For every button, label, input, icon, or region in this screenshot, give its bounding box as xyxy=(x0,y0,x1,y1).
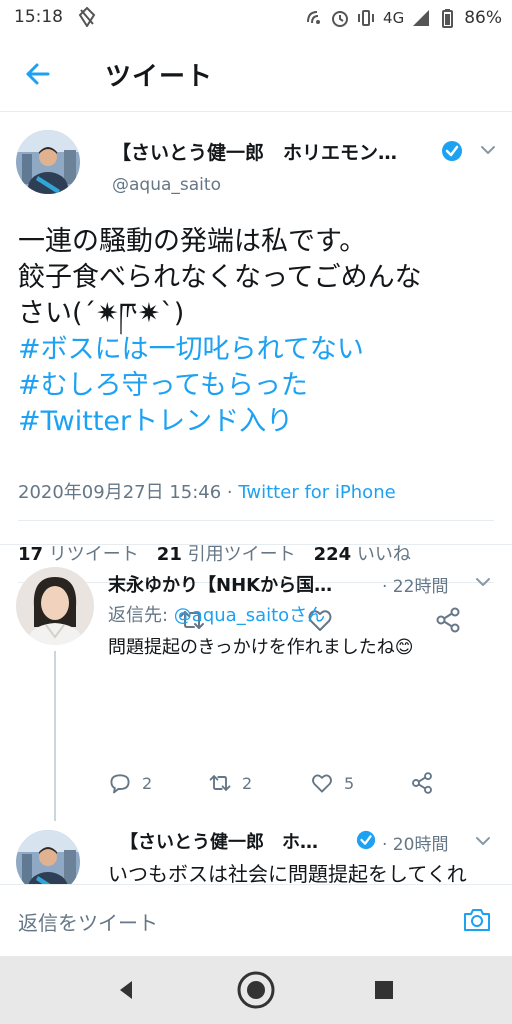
battery-icon xyxy=(442,9,454,28)
reply-to-handle-link[interactable]: @aqua_saitoさん xyxy=(174,605,325,626)
reply-count: 2 xyxy=(142,773,153,793)
triangle-back-icon xyxy=(120,981,132,999)
tweet-text-line: 一連の騒動の発端は私です。 xyxy=(18,226,367,257)
author-handle[interactable]: @aqua_saito xyxy=(112,175,221,195)
retweet-icon xyxy=(209,775,231,791)
square-recents-icon xyxy=(375,981,393,999)
network-type: 4G xyxy=(383,9,405,27)
page-title: ツイート xyxy=(105,62,214,92)
camera-icon[interactable] xyxy=(462,905,492,935)
like-heart-icon xyxy=(312,774,332,793)
verified-badge-icon xyxy=(356,830,376,850)
share-action[interactable] xyxy=(410,771,434,795)
signal-icon xyxy=(413,10,430,26)
status-bar: 15:18 4G 86% xyxy=(0,0,512,36)
system-nav-bar xyxy=(0,956,512,1024)
app-header: ツイート xyxy=(0,36,512,112)
reply-author-name[interactable]: 末永ゆかり【NHKから国… xyxy=(108,571,370,597)
nav-back-button[interactable] xyxy=(106,970,146,1010)
tweet-text-line: さい(´✷ཫ✷`) xyxy=(18,298,185,329)
reply-action[interactable]: 2 xyxy=(108,771,152,795)
verified-badge-icon xyxy=(442,141,462,161)
reply-to-label: 返信先: xyxy=(108,605,174,626)
nfc-icon xyxy=(307,11,321,24)
reply-actions: 2 2 5 xyxy=(108,771,448,801)
divider xyxy=(18,520,494,521)
back-arrow-icon xyxy=(26,63,50,85)
like-action[interactable]: 5 xyxy=(310,771,354,795)
back-button[interactable] xyxy=(18,56,58,92)
reply-text: 問題提起のきっかけを作れましたね😊 xyxy=(108,637,414,658)
tweet-text: 一連の騒動の発端は私です。 餃子食べられなくなってごめんな さい(´✷ཫ✷`) … xyxy=(18,224,498,440)
chevron-down-icon[interactable] xyxy=(474,573,492,591)
share-icon xyxy=(412,772,432,794)
retweet-action[interactable]: 2 xyxy=(208,771,252,795)
reply-time: · 20時間 xyxy=(382,835,449,855)
share-icon[interactable] xyxy=(434,606,462,634)
chevron-down-icon[interactable] xyxy=(474,832,492,850)
reply-compose-input[interactable]: 返信をツイート xyxy=(18,907,158,936)
tweet-text-line: 餃子食べられなくなってごめんな xyxy=(18,262,422,293)
like-count: 5 xyxy=(344,773,355,793)
vibrate-icon xyxy=(358,10,375,26)
reply-text: いつもボスは社会に問題提起をしてくれ xyxy=(108,862,467,886)
nav-recents-button[interactable] xyxy=(364,970,404,1010)
reply-icon xyxy=(110,774,130,794)
compose-reply-bar: 返信をツイート xyxy=(0,884,512,956)
section-divider xyxy=(0,544,512,545)
reply-author-avatar[interactable] xyxy=(16,567,94,645)
retweet-count: 2 xyxy=(242,773,253,793)
chevron-down-icon[interactable] xyxy=(478,140,498,160)
battery-percent: 86% xyxy=(464,8,502,28)
hashtag-link[interactable]: #むしろ守ってもらった xyxy=(18,368,498,404)
reply-to-line: 返信先: @aqua_saitoさん xyxy=(108,601,325,627)
alarm-icon xyxy=(332,11,349,27)
hashtag-link[interactable]: #Twitterトレンド入り xyxy=(18,404,498,440)
thread-connector-line xyxy=(54,651,56,821)
no-sim-icon xyxy=(78,7,96,27)
author-avatar[interactable] xyxy=(16,130,80,194)
tweet-timestamp: 2020年09月27日 15:46 · xyxy=(18,482,239,503)
reply-author-name[interactable]: 【さいとう健一郎 ホ… xyxy=(120,828,348,854)
tweet-meta: 2020年09月27日 15:46 · Twitter for iPhone xyxy=(18,478,396,504)
circle-home-icon xyxy=(237,971,275,1009)
status-time: 15:18 xyxy=(14,7,63,27)
author-name[interactable]: 【さいとう健一郎 ホリエモン… xyxy=(112,138,432,165)
status-icons: 4G 86% xyxy=(305,6,502,30)
reply-time: · 22時間 xyxy=(382,577,449,597)
hashtag-link[interactable]: #ボスには一切叱られてない xyxy=(18,332,498,368)
tweet-source-link[interactable]: Twitter for iPhone xyxy=(238,482,395,503)
nav-home-button[interactable] xyxy=(236,970,276,1010)
